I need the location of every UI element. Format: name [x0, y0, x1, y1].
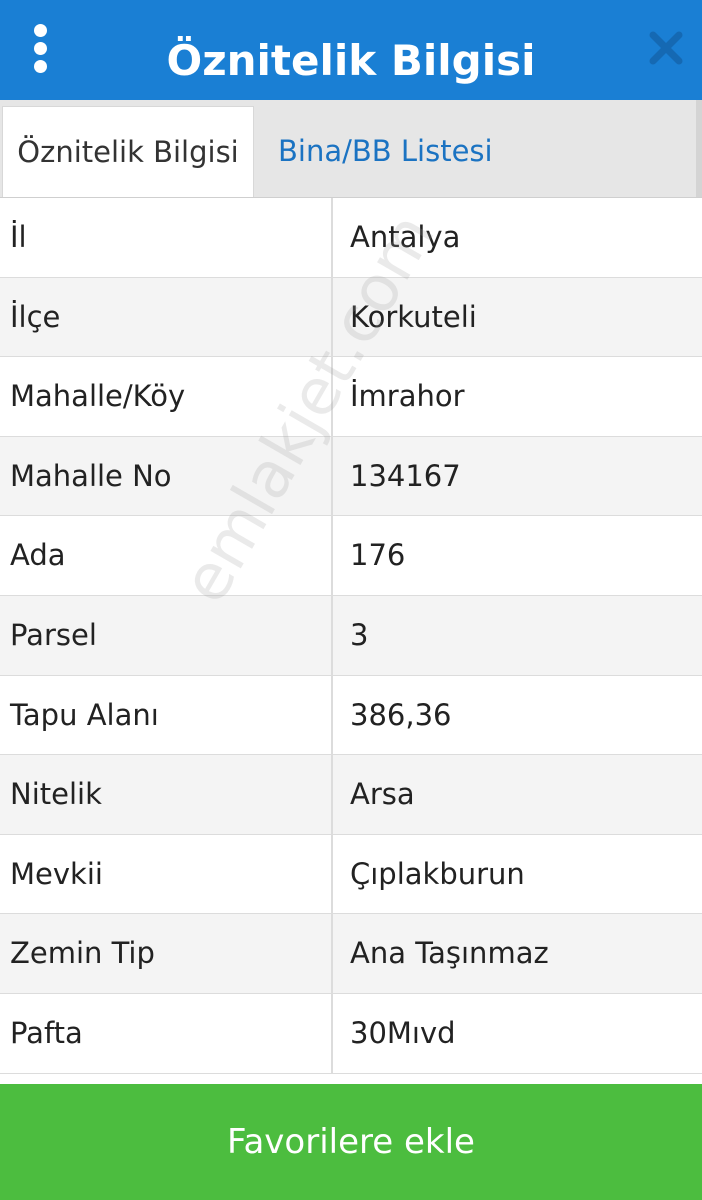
column-divider [331, 357, 333, 436]
attribute-value: 176 [350, 538, 406, 573]
table-row: Zemin Tip Ana Taşınmaz [0, 914, 702, 994]
attribute-value: Çıplakburun [350, 856, 525, 891]
table-row: Mahalle No 134167 [0, 436, 702, 517]
attribute-key: Tapu Alanı [10, 697, 159, 732]
attribute-value: Ana Taşınmaz [350, 936, 549, 971]
add-to-favorites-button[interactable]: Favorilere ekle [0, 1084, 702, 1200]
attribute-key: Mevkii [10, 856, 103, 891]
attribute-value: Antalya [350, 220, 461, 254]
attribute-key: Nitelik [10, 777, 102, 812]
attribute-key: Mahalle/Köy [10, 379, 186, 414]
attribute-info-screen: Öznitelik Bilgisi Öznitelik Bilgisi Bina… [0, 0, 702, 1200]
tab-building-list[interactable]: Bina/BB Listesi [278, 106, 493, 197]
attribute-value: 30Mıvd [350, 1015, 456, 1050]
attribute-value: İmrahor [350, 379, 465, 414]
more-vertical-icon[interactable] [28, 22, 54, 74]
app-header: Öznitelik Bilgisi [0, 0, 702, 100]
attribute-table: İl Antalya İlçe Korkuteli Mahalle/Köy İm… [0, 198, 702, 1074]
attribute-value: 134167 [350, 458, 461, 493]
attribute-value: 3 [350, 617, 369, 652]
table-row: Parsel 3 [0, 595, 702, 676]
attribute-key: Pafta [10, 1015, 83, 1050]
attribute-key: İl [10, 220, 27, 254]
attribute-key: Parsel [10, 617, 97, 652]
table-row: İl Antalya [0, 198, 702, 278]
table-row: Tapu Alanı 386,36 [0, 675, 702, 756]
attribute-value: 386,36 [350, 697, 452, 732]
column-divider [331, 277, 333, 357]
table-row: Pafta 30Mıvd [0, 993, 702, 1074]
page-title: Öznitelik Bilgisi [166, 36, 536, 85]
column-divider [331, 914, 333, 993]
column-divider [331, 595, 333, 675]
column-divider [331, 834, 333, 914]
column-divider [331, 516, 333, 595]
table-row: Mahalle/Köy İmrahor [0, 357, 702, 437]
tab-bar-edge [696, 100, 702, 197]
attribute-value: Arsa [350, 777, 415, 812]
column-divider [331, 755, 333, 834]
column-divider [331, 993, 333, 1073]
table-row: Mevkii Çıplakburun [0, 834, 702, 915]
attribute-key: İlçe [10, 299, 61, 334]
tab-bar: Öznitelik Bilgisi Bina/BB Listesi [0, 100, 702, 198]
attribute-key: Ada [10, 538, 66, 573]
column-divider [331, 436, 333, 516]
attribute-value: Korkuteli [350, 299, 477, 334]
table-row: Nitelik Arsa [0, 755, 702, 835]
attribute-key: Zemin Tip [10, 936, 155, 971]
tab-attribute-info[interactable]: Öznitelik Bilgisi [2, 106, 254, 197]
column-divider [331, 675, 333, 755]
table-row: Ada 176 [0, 516, 702, 596]
attribute-key: Mahalle No [10, 458, 172, 493]
column-divider [331, 198, 333, 277]
table-row: İlçe Korkuteli [0, 277, 702, 358]
close-icon[interactable] [648, 30, 684, 66]
